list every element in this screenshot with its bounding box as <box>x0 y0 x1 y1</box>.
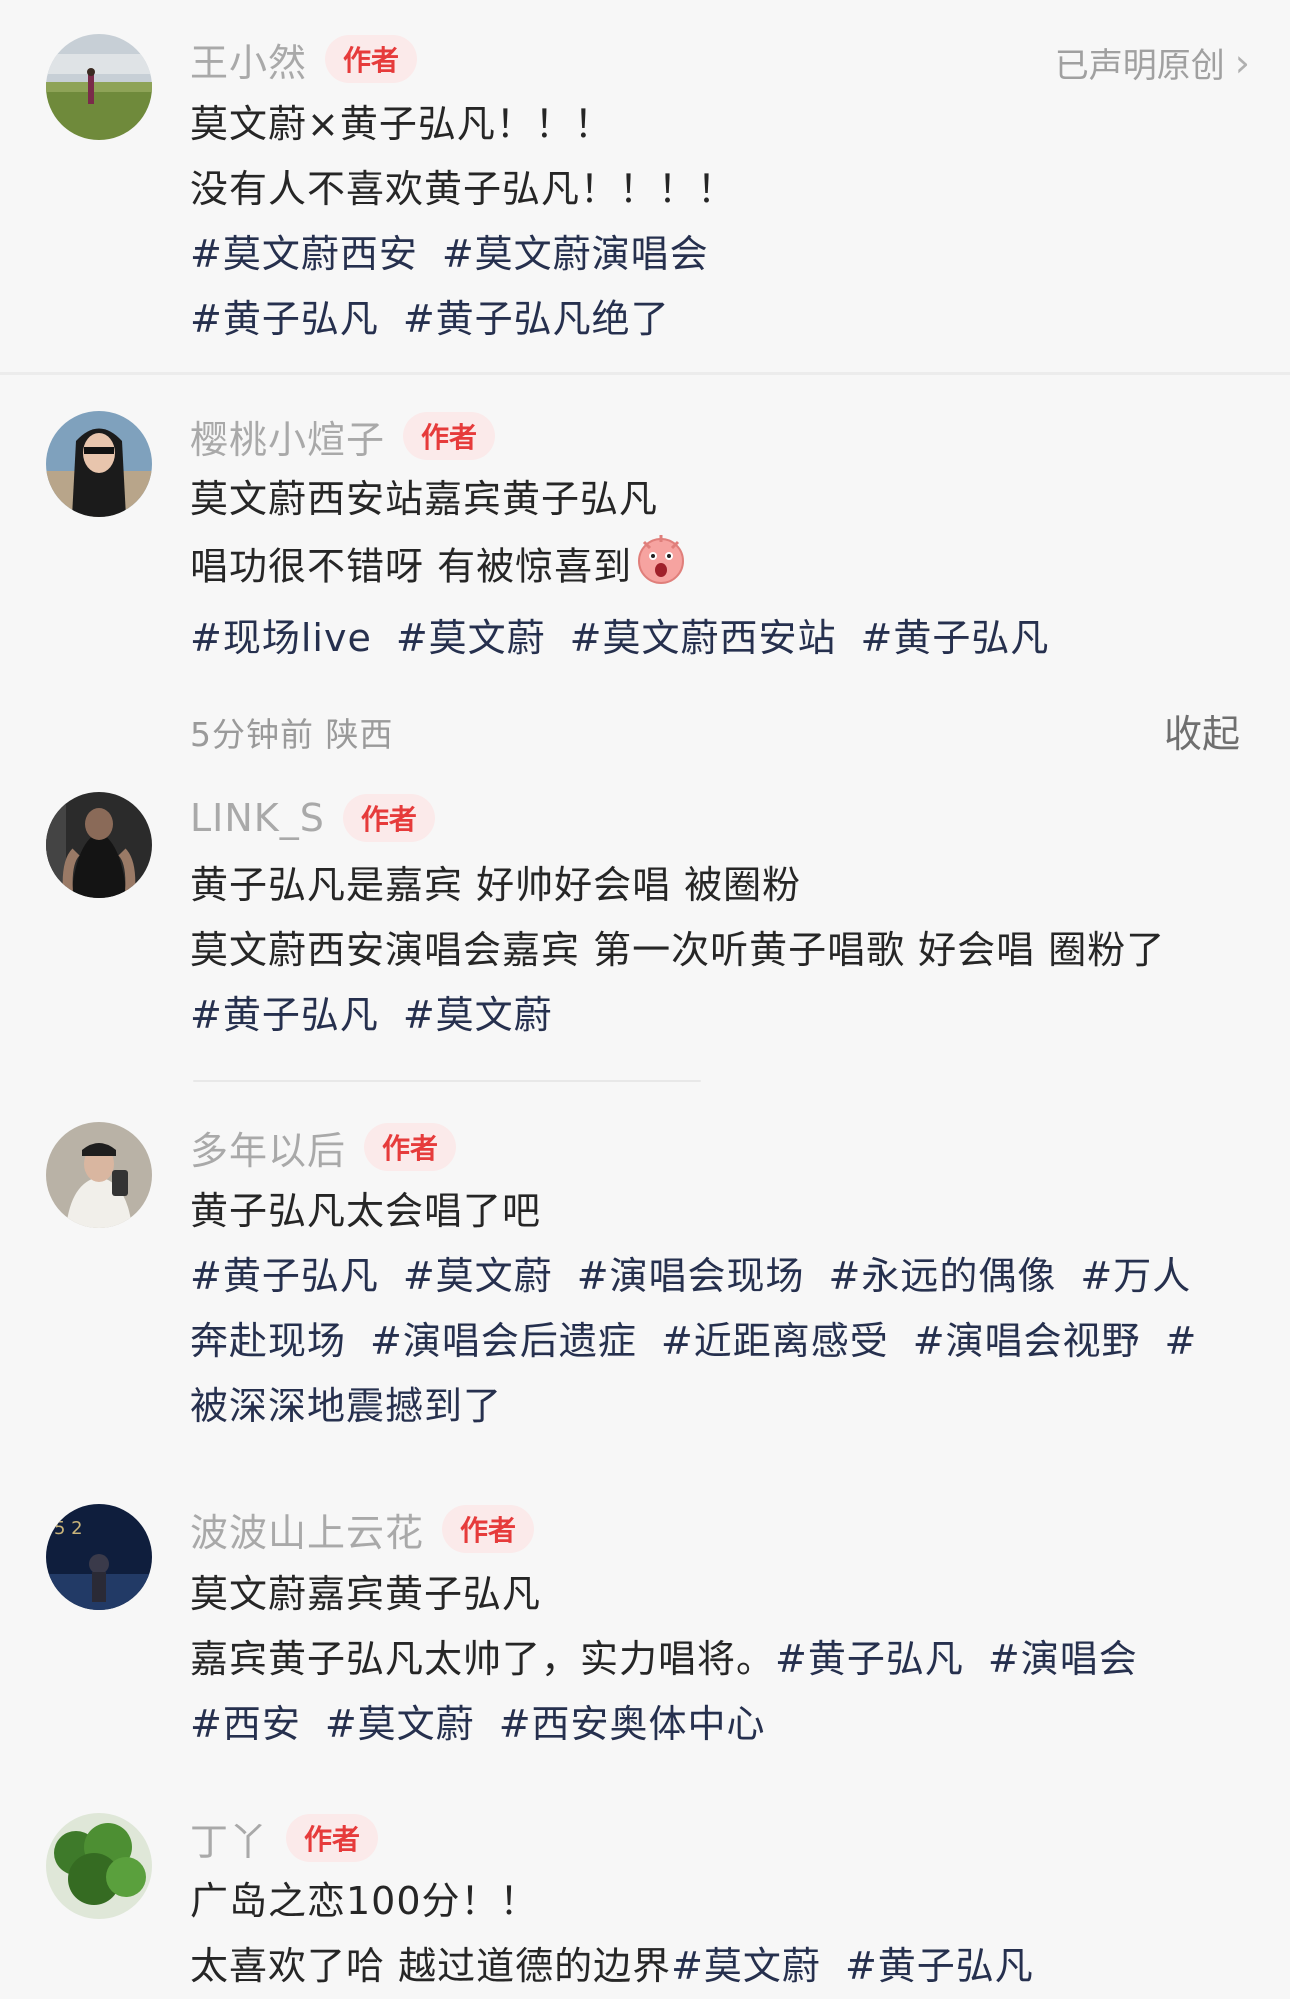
post-item: 王小然 作者 已声明原创 › 莫文蔚×黄子弘凡！！！ 没有人不喜欢黄子弘凡！！！… <box>0 0 1290 372</box>
post-item: 丁丫 作者 广岛之恋100分！！ 太喜欢了哈 越过道德的边界#莫文蔚 #黄子弘凡 <box>0 1785 1290 1988</box>
hashtag-link[interactable]: #黄子弘凡 <box>845 1944 1034 1988</box>
hashtag-link[interactable]: #黄子弘凡 <box>861 616 1050 660</box>
avatar[interactable] <box>46 34 152 140</box>
content-line: 广岛之恋100分！！ <box>190 1879 539 1923</box>
post-content: 莫文蔚嘉宾黄子弘凡 嘉宾黄子弘凡太帅了，实力唱将。#黄子弘凡 #演唱会 #西安 #莫… <box>190 1562 1270 1757</box>
username[interactable]: 多年以后 <box>190 1120 346 1175</box>
author-row: 丁丫 作者 <box>190 1811 379 1866</box>
author-row: 波波山上云花 作者 <box>190 1502 535 1557</box>
hashtag-link[interactable]: #近距离感受 <box>661 1319 889 1363</box>
hashtag-link[interactable]: #演唱会视野 <box>913 1319 1141 1363</box>
hashtag-link[interactable]: #莫文蔚 <box>403 993 553 1037</box>
hashtag-link[interactable]: #黄子弘凡 <box>190 993 379 1037</box>
username[interactable]: 王小然 <box>190 32 307 87</box>
hashtag-link[interactable]: #演唱会 <box>988 1637 1138 1681</box>
hashtag-link[interactable]: #西安 <box>190 1702 301 1746</box>
content-line: 嘉宾黄子弘凡太帅了，实力唱将。#黄子弘凡 #演唱会 <box>190 1627 1270 1692</box>
hashtag-link[interactable]: #莫文蔚 <box>325 1702 475 1746</box>
content-line: 莫文蔚嘉宾黄子弘凡 <box>190 1572 542 1616</box>
hashtag-link[interactable]: #莫文蔚西安 <box>190 232 418 276</box>
username[interactable]: LINK_S <box>190 796 325 840</box>
hashtag-link[interactable]: 奔赴现场 <box>190 1319 346 1363</box>
hashtag-line: #现场live #莫文蔚 #莫文蔚西安站 #黄子弘凡 <box>190 606 1270 671</box>
avatar[interactable]: 5 2 <box>46 1504 152 1610</box>
hashtag-link[interactable]: #黄子弘凡 <box>190 297 379 341</box>
post-meta: 5分钟前 陕西 <box>190 715 394 754</box>
original-declaration-link[interactable]: 已声明原创 › <box>1055 38 1250 87</box>
username[interactable]: 丁丫 <box>190 1811 268 1866</box>
chevron-right-icon: › <box>1234 40 1250 85</box>
hashtag-link[interactable]: #演唱会后遗症 <box>370 1319 637 1363</box>
post-content: 广岛之恋100分！！ 太喜欢了哈 越过道德的边界#莫文蔚 #黄子弘凡 <box>190 1869 1270 1999</box>
post-content: 莫文蔚西安站嘉宾黄子弘凡 唱功很不错呀 有被惊喜到 #现场live #莫文蔚 #莫文… <box>190 467 1270 671</box>
avatar[interactable] <box>46 411 152 517</box>
author-badge: 作者 <box>442 1505 535 1553</box>
author-badge: 作者 <box>342 794 435 842</box>
content-line: 莫文蔚×黄子弘凡！！！ <box>190 102 613 146</box>
author-badge: 作者 <box>325 35 418 83</box>
hashtag-link[interactable]: #万人 <box>1080 1254 1191 1298</box>
post-content: 黄子弘凡太会唱了吧 #黄子弘凡 #莫文蔚 #演唱会现场 #永远的偶像 #万人 奔赴现场 #… <box>190 1179 1270 1439</box>
content-line: 黄子弘凡太会唱了吧 <box>190 1189 542 1233</box>
hashtag-link[interactable]: #莫文蔚 <box>671 1944 821 1988</box>
author-row: 多年以后 作者 <box>190 1120 457 1175</box>
hashtag-link[interactable]: #黄子弘凡 <box>775 1637 964 1681</box>
post-item: 樱桃小煊子 作者 莫文蔚西安站嘉宾黄子弘凡 唱功很不错呀 有被惊喜到 #现场li… <box>0 375 1290 775</box>
hashtag-line: #莫文蔚西安 #莫文蔚演唱会 <box>190 222 1270 287</box>
svg-text:5 2: 5 2 <box>54 1518 83 1539</box>
content-line: 太喜欢了哈 越过道德的边界#莫文蔚 #黄子弘凡 <box>190 1934 1270 1999</box>
hashtag-line: #西安 #莫文蔚 #西安奥体中心 <box>190 1692 1270 1757</box>
surprised-emoji-icon <box>634 532 688 606</box>
hashtag-link[interactable]: #莫文蔚 <box>403 1254 553 1298</box>
hashtag-link[interactable]: #莫文蔚西安站 <box>570 616 837 660</box>
hashtag-link[interactable]: # <box>1165 1319 1198 1363</box>
post-content: 莫文蔚×黄子弘凡！！！ 没有人不喜欢黄子弘凡！！！！ #莫文蔚西安 #莫文蔚演唱会… <box>190 92 1270 352</box>
post-item: 多年以后 作者 黄子弘凡太会唱了吧 #黄子弘凡 #莫文蔚 #演唱会现场 #永远的偶像 #… <box>0 1100 1290 1480</box>
content-text: 嘉宾黄子弘凡太帅了，实力唱将。 <box>190 1637 776 1681</box>
hashtag-line: #黄子弘凡 #莫文蔚 <box>190 983 1270 1048</box>
hashtag-link[interactable]: #莫文蔚演唱会 <box>442 232 709 276</box>
hashtag-link[interactable]: #永远的偶像 <box>829 1254 1057 1298</box>
content-line: 唱功很不错呀 有被惊喜到 <box>190 532 1270 606</box>
username[interactable]: 波波山上云花 <box>190 1502 424 1557</box>
hashtag-link[interactable]: #西安奥体中心 <box>499 1702 766 1746</box>
content-line: 黄子弘凡是嘉宾 好帅好会唱 被圈粉 <box>190 863 802 907</box>
content-line: 莫文蔚西安演唱会嘉宾 第一次听黄子唱歌 好会唱 圈粉了 <box>190 928 1166 972</box>
author-badge: 作者 <box>403 412 496 460</box>
hashtag-line: #黄子弘凡 #黄子弘凡绝了 <box>190 287 1270 352</box>
content-text: 唱功很不错呀 有被惊喜到 <box>190 544 633 589</box>
content-line: 莫文蔚西安站嘉宾黄子弘凡 <box>190 477 659 521</box>
hashtag-link[interactable]: 被深深地震撼到了 <box>190 1384 502 1428</box>
collapse-button[interactable]: 收起 <box>1164 703 1240 758</box>
author-row: 樱桃小煊子 作者 <box>190 409 496 464</box>
author-row: LINK_S 作者 <box>190 793 435 843</box>
hashtag-link[interactable]: #现场live <box>190 616 372 660</box>
hashtag-link[interactable]: #演唱会现场 <box>577 1254 805 1298</box>
hashtag-line: #黄子弘凡 #莫文蔚 #演唱会现场 #永远的偶像 #万人 <box>190 1244 1270 1309</box>
hashtag-link[interactable]: #黄子弘凡 <box>190 1254 379 1298</box>
author-row: 王小然 作者 <box>190 32 418 87</box>
avatar[interactable] <box>46 1122 152 1228</box>
hashtag-line: 奔赴现场 #演唱会后遗症 #近距离感受 #演唱会视野 # <box>190 1309 1270 1374</box>
content-text: 太喜欢了哈 越过道德的边界 <box>190 1944 672 1988</box>
hashtag-link[interactable]: #黄子弘凡绝了 <box>403 297 670 341</box>
post-content: 黄子弘凡是嘉宾 好帅好会唱 被圈粉 莫文蔚西安演唱会嘉宾 第一次听黄子唱歌 好会… <box>190 853 1270 1048</box>
content-line: 没有人不喜欢黄子弘凡！！！！ <box>190 167 737 211</box>
hashtag-line: 被深深地震撼到了 <box>190 1374 1270 1439</box>
post-item: 5 2 波波山上云花 作者 莫文蔚嘉宾黄子弘凡 嘉宾黄子弘凡太帅了，实力唱将。#… <box>0 1480 1290 1780</box>
avatar[interactable] <box>46 1813 152 1919</box>
author-badge: 作者 <box>286 1814 379 1862</box>
post-item: LINK_S 作者 黄子弘凡是嘉宾 好帅好会唱 被圈粉 莫文蔚西安演唱会嘉宾 第… <box>0 775 1290 1082</box>
original-label: 已声明原创 <box>1054 46 1225 86</box>
username[interactable]: 樱桃小煊子 <box>190 409 385 464</box>
author-badge: 作者 <box>364 1123 457 1171</box>
hashtag-link[interactable]: #莫文蔚 <box>396 616 546 660</box>
avatar[interactable] <box>46 792 152 898</box>
content-separator <box>193 1080 701 1082</box>
